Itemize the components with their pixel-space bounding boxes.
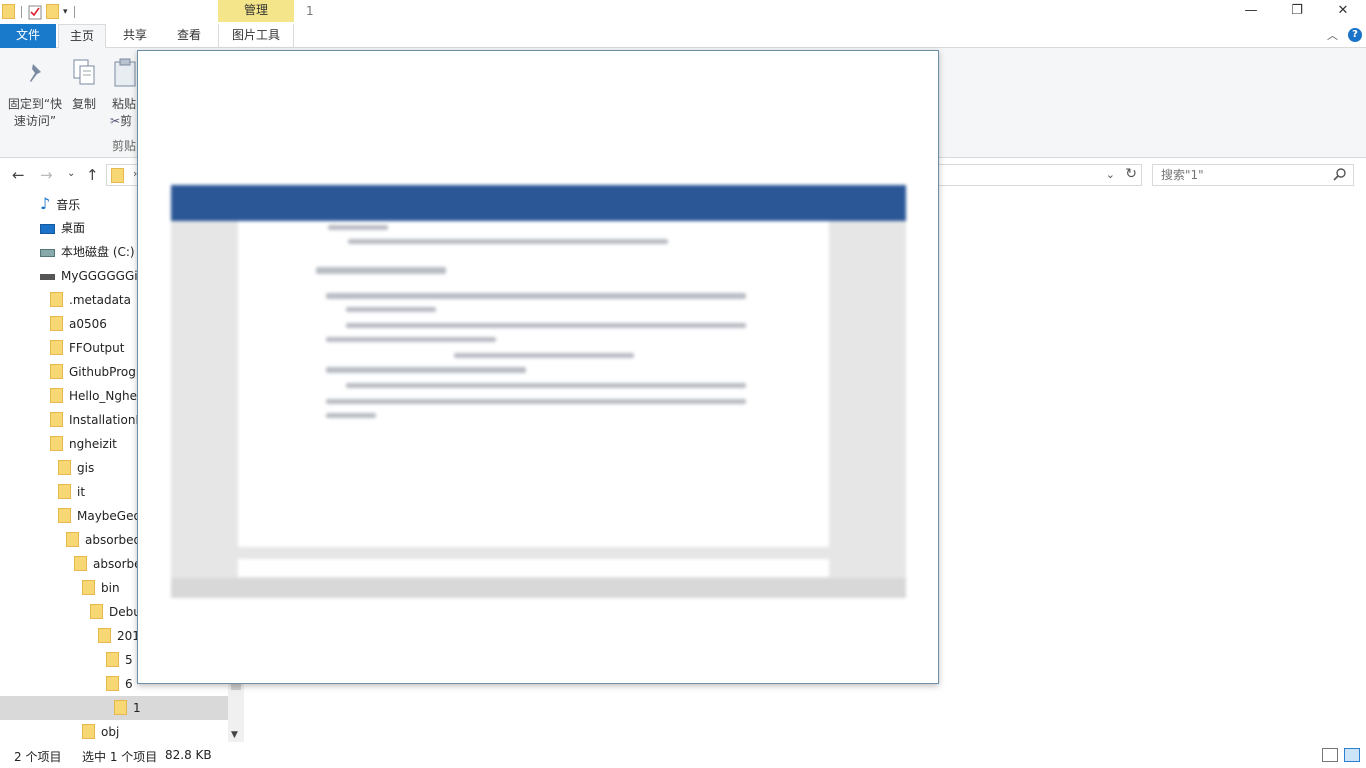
tree-item-bin[interactable]: bin [82,576,120,600]
folder-icon [106,676,119,691]
tab-view[interactable]: 查看 [166,24,212,48]
title-bar: ▾ 管理 1 — ❐ ✕ [0,0,1366,24]
folder-icon [50,436,63,451]
refresh-icon[interactable]: ↻ [1125,166,1137,182]
tree-item-ffoutput[interactable]: FFOutput [50,336,125,360]
folder-icon [90,604,103,619]
restore-button[interactable]: ❐ [1274,0,1320,22]
tab-picture-tools[interactable]: 图片工具 [218,24,294,48]
folder-icon [50,340,63,355]
minimize-button[interactable]: — [1228,0,1274,22]
tree-item-local-disk[interactable]: 本地磁盘 (C:) [40,240,135,264]
window-title: 1 [306,4,314,18]
drive-icon [40,273,55,280]
tree-item-it[interactable]: it [58,480,85,504]
tree-item-hello[interactable]: Hello_Nghe [50,384,137,408]
desktop-icon [40,223,55,234]
folder-icon [82,724,95,739]
folder-icon [114,700,127,715]
document-screenshot-thumbnail [171,185,906,598]
tree-item-maybegeo[interactable]: MaybeGeo [58,504,141,528]
tree-item-installation[interactable]: InstallationF [50,408,142,432]
tree-item-1-selected[interactable]: 1 [0,696,228,720]
folder-icon [58,484,71,499]
tree-item-5[interactable]: 5 [106,648,133,672]
customize-qat-icon[interactable]: ▾ [63,7,68,17]
search-icon[interactable] [1333,167,1347,181]
scroll-down-icon[interactable]: ▼ [231,730,238,740]
tree-item-obj[interactable]: obj [82,720,119,742]
properties-icon[interactable] [28,4,42,20]
folder-icon [66,532,79,547]
folder-icon [50,364,63,379]
tree-item-music[interactable]: ♪ 音乐 [40,192,80,216]
manage-tab[interactable]: 管理 [218,0,294,22]
selected-count: 选中 1 个项目 [82,750,158,764]
thumbnail-preview-popup [137,50,939,684]
tree-item-gis[interactable]: gis [58,456,94,480]
tree-item-metadata[interactable]: .metadata [50,288,131,312]
up-button[interactable]: ↑ [86,166,99,184]
details-view-icon[interactable] [1322,748,1338,762]
forward-button[interactable]: → [40,166,53,184]
new-folder-icon[interactable] [46,3,59,19]
scissors-icon: ✂ [110,114,121,128]
pin-quick-access-button[interactable]: 固定到“快 速访问” [6,60,64,129]
folder-icon [111,168,124,183]
tree-item-desktop[interactable]: 桌面 [40,216,85,240]
item-count: 2 个项目 [14,750,62,764]
folder-icon [106,652,119,667]
tree-item-drive[interactable]: MyGGGGGGi [40,264,138,288]
copy-button[interactable]: 复制 [68,58,100,112]
tree-item-absorbe[interactable]: absorbe [74,552,142,576]
music-icon: ♪ [40,194,51,213]
folder-icon [50,388,63,403]
disk-icon [40,248,55,257]
folder-icon [50,412,63,427]
folder-icon [82,580,95,595]
folder-icon [50,316,63,331]
tree-item-absorbed[interactable]: absorbed [66,528,141,552]
folder-icon [50,292,63,307]
tree-item-a0506[interactable]: a0506 [50,312,107,336]
tree-item-201[interactable]: 201 [98,624,140,648]
tree-item-github[interactable]: GithubProgr [50,360,141,384]
status-bar: 2 个项目 选中 1 个项目 82.8 KB [0,744,1366,768]
large-icons-view-icon[interactable] [1344,748,1360,762]
collapse-ribbon-icon[interactable]: ︿ [1327,27,1338,43]
tree-item-6[interactable]: 6 [106,672,133,696]
folder-icon [2,3,15,19]
tab-home[interactable]: 主页 [58,24,106,49]
tab-file[interactable]: 文件 [0,24,56,48]
pin-icon [30,64,41,82]
selected-size: 82.8 KB [165,748,212,762]
ribbon-tabs: 文件 主页 共享 查看 图片工具 ︿ ? [0,24,1366,49]
recent-locations-icon[interactable]: ⌄ [67,168,75,179]
close-button[interactable]: ✕ [1320,0,1366,22]
folder-icon [98,628,111,643]
folder-icon [74,556,87,571]
tab-share[interactable]: 共享 [112,24,158,48]
quick-access-toolbar: ▾ [2,3,77,21]
folder-icon [58,508,71,523]
copy-icon [73,59,95,85]
back-button[interactable]: ← [12,166,25,184]
search-box[interactable] [1152,164,1354,186]
address-dropdown-icon[interactable]: ⌄ [1106,168,1115,181]
search-input[interactable] [1153,165,1323,185]
tree-item-ngheizit[interactable]: ngheizit [50,432,117,456]
paste-button[interactable]: 粘贴 [112,58,138,112]
clipboard-group-label: 剪贴 [112,139,137,153]
help-icon[interactable]: ? [1348,28,1362,42]
tree-item-debug[interactable]: Debu [90,600,141,624]
paste-icon [114,58,136,87]
cut-button[interactable]: ✂剪 [110,112,138,129]
folder-icon [58,460,71,475]
